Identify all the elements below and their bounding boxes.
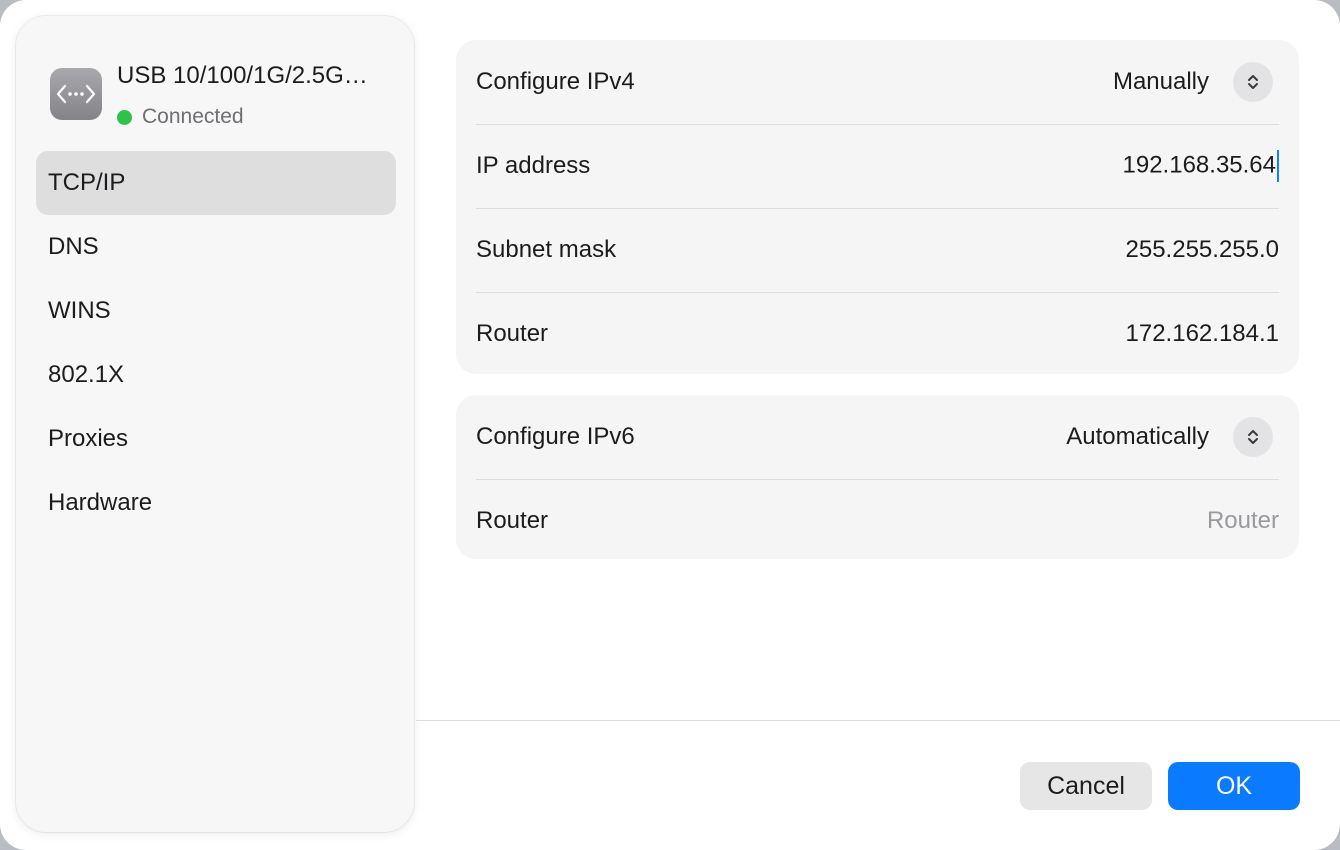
- sidebar-item-proxies[interactable]: Proxies: [36, 407, 396, 471]
- up-down-chevron-icon[interactable]: [1233, 417, 1273, 457]
- ip-address-value: 192.168.35.64: [1122, 151, 1276, 179]
- subnet-mask-field[interactable]: 255.255.255.0: [1126, 236, 1279, 264]
- ipv6-group: Configure IPv6 Automatically Router Rout…: [456, 395, 1299, 559]
- subnet-mask-row: Subnet mask 255.255.255.0: [476, 208, 1279, 293]
- ip-address-label: IP address: [476, 152, 591, 179]
- sidebar-item-label: WINS: [48, 297, 111, 324]
- ip-address-row: IP address 192.168.35.64: [476, 124, 1279, 209]
- configure-ipv6-popup[interactable]: Automatically: [1066, 417, 1279, 457]
- configure-ipv6-row: Configure IPv6 Automatically: [476, 395, 1279, 480]
- ipv6-router-field[interactable]: Router: [1207, 507, 1279, 535]
- ipv6-router-label: Router: [476, 507, 549, 534]
- sidebar-item-dns[interactable]: DNS: [36, 215, 396, 279]
- configure-ipv4-popup[interactable]: Manually: [1113, 62, 1279, 102]
- subnet-mask-label: Subnet mask: [476, 236, 617, 263]
- sidebar-item-hardware[interactable]: Hardware: [36, 471, 396, 535]
- ok-button[interactable]: OK: [1168, 762, 1300, 810]
- ethernet-icon: [50, 68, 102, 120]
- configure-ipv4-label: Configure IPv4: [476, 68, 635, 95]
- device-name: USB 10/100/1G/2.5G…: [117, 62, 368, 89]
- ipv4-router-field[interactable]: 172.162.184.1: [1126, 320, 1279, 348]
- configure-ipv4-row: Configure IPv4 Manually: [476, 40, 1279, 125]
- footer-divider: [416, 720, 1340, 721]
- ipv4-router-label: Router: [476, 320, 549, 347]
- ipv4-group: Configure IPv4 Manually IP address 192.1…: [456, 40, 1299, 374]
- ipv4-router-row: Router 172.162.184.1: [476, 292, 1279, 376]
- sidebar-item-label: TCP/IP: [48, 169, 126, 196]
- sidebar-item-label: Hardware: [48, 489, 153, 516]
- ip-address-field[interactable]: 192.168.35.64: [1123, 150, 1279, 182]
- ipv6-router-row: Router Router: [476, 479, 1279, 563]
- connection-status: Connected: [117, 105, 244, 129]
- sidebar-item-8021x[interactable]: 802.1X: [36, 343, 396, 407]
- sidebar-item-label: Proxies: [48, 425, 129, 452]
- sidebar-item-label: DNS: [48, 233, 99, 260]
- status-dot-icon: [117, 109, 132, 125]
- status-text: Connected: [142, 105, 244, 128]
- configure-ipv6-value: Automatically: [1066, 423, 1209, 450]
- configure-ipv4-value: Manually: [1112, 68, 1209, 95]
- sidebar-item-tcpip[interactable]: TCP/IP: [36, 151, 396, 215]
- cancel-button[interactable]: Cancel: [1020, 762, 1152, 810]
- configure-ipv6-label: Configure IPv6: [476, 423, 635, 450]
- sidebar: USB 10/100/1G/2.5G… Connected TCP/IP DNS…: [16, 16, 414, 832]
- sidebar-item-label: 802.1X: [48, 361, 125, 388]
- network-details-dialog: USB 10/100/1G/2.5G… Connected TCP/IP DNS…: [0, 0, 1340, 850]
- sidebar-item-wins[interactable]: WINS: [36, 279, 396, 343]
- text-cursor: [1277, 150, 1279, 182]
- up-down-chevron-icon[interactable]: [1233, 62, 1273, 102]
